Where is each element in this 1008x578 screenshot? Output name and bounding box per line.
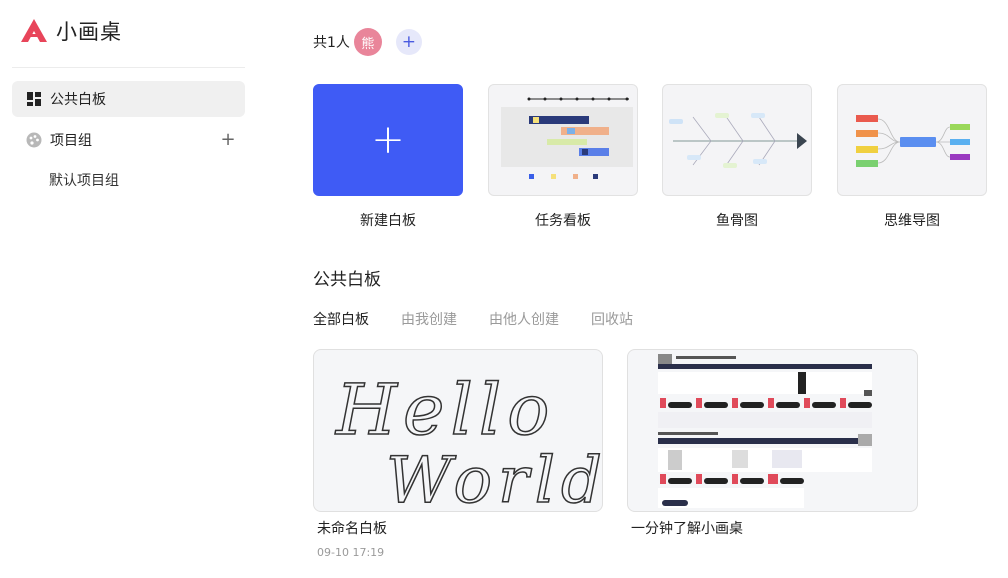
template-new-board[interactable]: + 新建白板 xyxy=(313,84,463,230)
board-timestamp: 09-10 17:19 xyxy=(317,546,385,559)
app-name: 小画桌 xyxy=(56,20,122,44)
board-name: 未命名白板 xyxy=(317,521,387,537)
template-label: 任务看板 xyxy=(535,213,591,229)
board-filter-tabs: 全部白板 由我创建 由他人创建 回收站 xyxy=(313,309,665,329)
template-fishbone[interactable]: 鱼骨图 xyxy=(662,84,812,230)
avatar[interactable]: 熊 xyxy=(353,28,382,56)
member-count: 共1人 xyxy=(313,35,350,51)
handwriting-line-1: Hello xyxy=(334,369,555,451)
section-title: 公共白板 xyxy=(313,270,381,290)
template-mindmap[interactable]: 思维导图 xyxy=(837,84,987,230)
board-thumbnail[interactable]: Hello World xyxy=(313,349,603,512)
app-logo[interactable]: 小画桌 xyxy=(20,16,122,46)
gantt-preview-graphic xyxy=(501,97,633,179)
sidebar-item-label: 项目组 xyxy=(50,133,92,149)
sidebar-item-public-board[interactable]: 公共白板 xyxy=(12,81,245,117)
fishbone-preview[interactable] xyxy=(662,84,812,196)
template-task-board[interactable]: 任务看板 xyxy=(488,84,638,230)
sidebar-item-default-group[interactable]: 默认项目组 xyxy=(49,170,119,190)
fishbone-preview-graphic xyxy=(669,113,807,168)
sidebar-divider xyxy=(12,67,245,68)
add-project-group-button[interactable]: + xyxy=(219,131,237,149)
template-label: 鱼骨图 xyxy=(716,213,758,229)
mindmap-preview[interactable] xyxy=(837,84,987,196)
new-board-card[interactable]: + xyxy=(313,84,463,196)
palette-icon xyxy=(26,132,42,148)
sidebar-item-label: 公共白板 xyxy=(50,92,106,108)
add-member-button[interactable]: + xyxy=(395,29,422,55)
task-board-preview[interactable] xyxy=(488,84,638,196)
tab-all-boards[interactable]: 全部白板 xyxy=(313,309,369,329)
handwriting-line-2: World xyxy=(386,444,603,512)
app-root: 小画桌 公共白板 项目组 + 默认项目组 共1人 熊 + + 新建白板 任务看板… xyxy=(0,0,1008,578)
board-name: 一分钟了解小画桌 xyxy=(631,521,743,537)
tab-recycle-bin[interactable]: 回收站 xyxy=(591,309,633,329)
logo-icon xyxy=(21,19,47,42)
intro-board-preview xyxy=(658,354,872,508)
plus-icon: + xyxy=(371,117,405,163)
sidebar: 小画桌 公共白板 项目组 + 默认项目组 xyxy=(0,0,258,578)
mindmap-preview-graphic xyxy=(856,115,970,167)
board-thumbnail[interactable] xyxy=(627,349,918,512)
members-bar: 共1人 熊 + xyxy=(313,28,422,56)
tab-created-by-me[interactable]: 由我创建 xyxy=(401,309,457,329)
template-label: 新建白板 xyxy=(360,213,416,229)
handwriting-preview: Hello World xyxy=(333,368,603,512)
tab-created-by-others[interactable]: 由他人创建 xyxy=(489,309,559,329)
template-label: 思维导图 xyxy=(884,213,940,229)
board-card[interactable]: 一分钟了解小画桌 xyxy=(627,349,918,538)
dashboard-icon xyxy=(26,91,42,107)
sidebar-item-project-group[interactable]: 项目组 + xyxy=(12,122,245,158)
board-card[interactable]: Hello World 未命名白板 09-10 17:19 xyxy=(313,349,603,559)
